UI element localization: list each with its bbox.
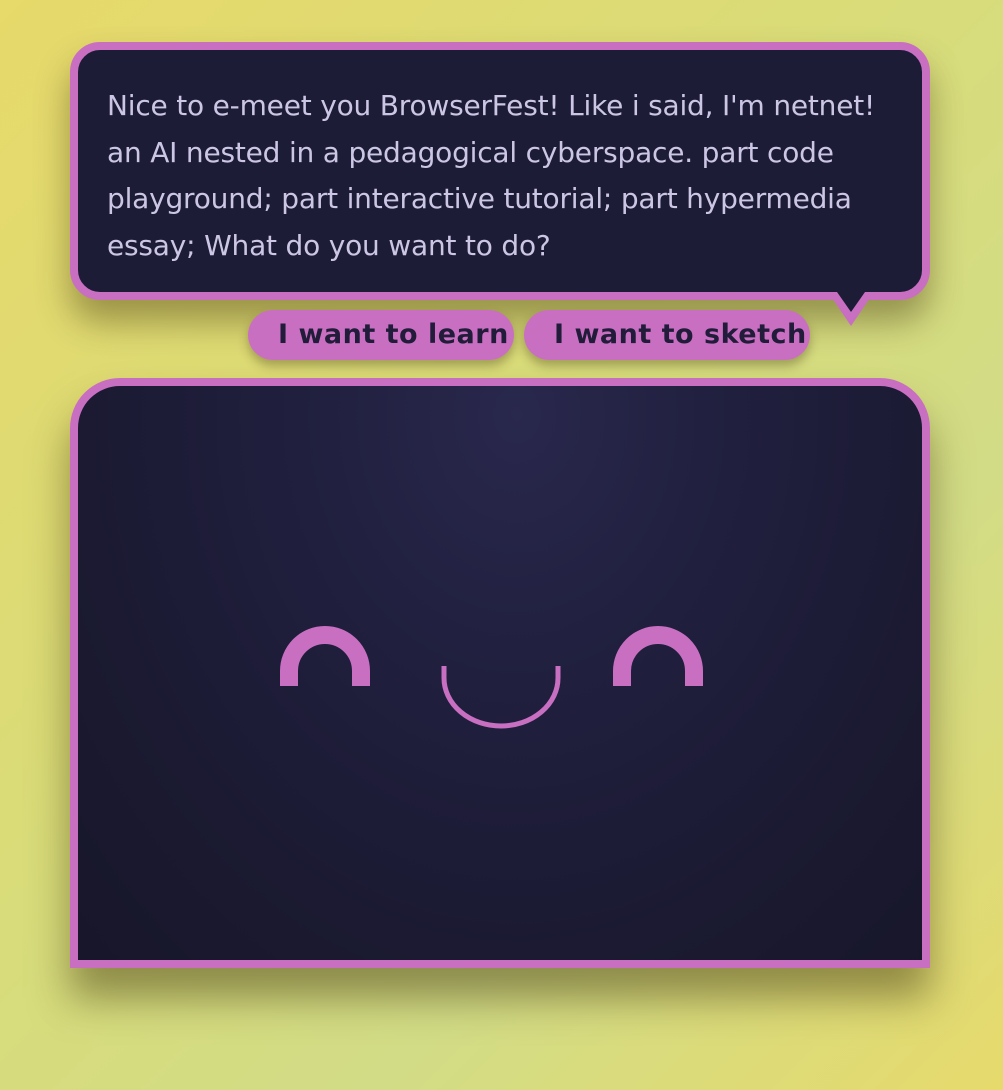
netnet-face-window: [70, 378, 930, 968]
smile-mouth-icon: [441, 666, 561, 729]
left-eye-icon: [280, 626, 370, 686]
netnet-face: [280, 626, 703, 729]
option-buttons: I want to learn I want to sketch: [248, 310, 810, 360]
right-eye-icon: [613, 626, 703, 686]
bubble-message: Nice to e-meet you BrowserFest! Like i s…: [107, 89, 876, 262]
speech-bubble-tail: [828, 292, 874, 326]
sketch-button[interactable]: I want to sketch: [524, 310, 810, 360]
learn-button[interactable]: I want to learn: [248, 310, 514, 360]
speech-bubble: Nice to e-meet you BrowserFest! Like i s…: [70, 42, 930, 300]
